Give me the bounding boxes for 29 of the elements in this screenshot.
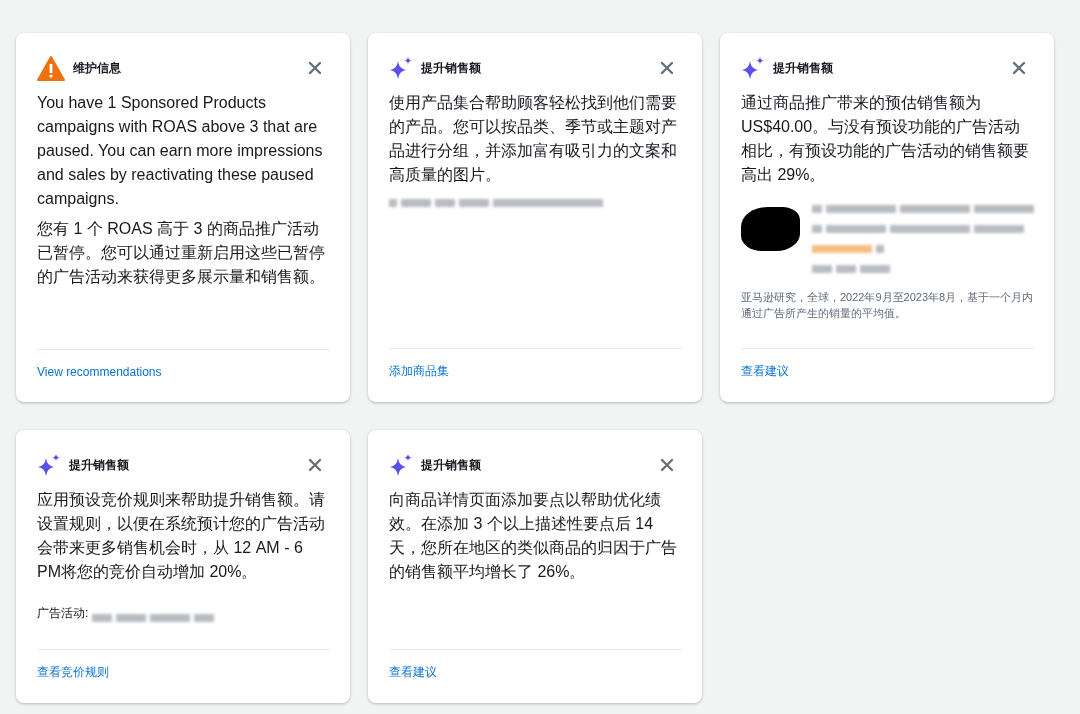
sparkle-icon: [389, 453, 413, 477]
footnote: 亚马逊研究，全球，2022年9月至2023年8月，基于一个月内通过广告所产生的销量的平均值。: [741, 290, 1034, 321]
card-title: 提升销售额: [421, 59, 482, 77]
close-icon[interactable]: [660, 61, 674, 75]
sparkle-icon: [37, 453, 61, 477]
card-title: 提升销售额: [421, 456, 482, 474]
card-title: 提升销售额: [69, 456, 130, 474]
card-text: 应用预设竞价规则来帮助提升销售额。请设置规则，以便在系统预计您的广告活动会带来更多销售机会时，从 12 AM - 6 PM将您的竞价自动增加 20%。: [37, 490, 326, 582]
card-text: You have 1 Sponsored Products campaigns with ROAS above 3 that are paused. You can earn more impressions and sales by reactivating these paused campaigns.: [37, 93, 324, 209]
card-title: 提升销售额: [773, 59, 834, 77]
card-title: 维护信息: [73, 59, 122, 77]
close-icon[interactable]: [1012, 61, 1026, 75]
card-link[interactable]: 查看竞价规则: [37, 665, 109, 679]
blurred-rating: [812, 243, 884, 255]
card-text: 您有 1 个 ROAS 高于 3 的商品推广活动已暂停。您可以通过重新启用这些已暂停的广告活动来获得更多展示量和销售额。: [37, 219, 326, 287]
campaign-label: 广告活动:: [37, 604, 89, 622]
sparkle-icon: [741, 56, 765, 80]
card-text: 向商品详情页面添加要点以帮助优化绩效。在添加 3 个以上描述性要点后 14 天，您所在地区的类似商品的归因于广告的销售额平均增长了 26%。: [389, 490, 678, 582]
card-text: 使用产品集合帮助顾客轻松找到他们需要的产品。您可以按品类、季节或主题对产品进行分组，并添加富有吸引力的文案和高质量的图片。: [389, 93, 678, 185]
card-link[interactable]: 查看建议: [389, 665, 437, 679]
sparkle-icon: [389, 56, 413, 80]
card-link[interactable]: 查看建议: [741, 364, 789, 378]
card-text: 通过商品推广带来的预估销售额为 US$40.00。与没有预设功能的广告活动相比，有预设功能的广告活动的销售额要高出 29%。: [741, 93, 1030, 185]
card-link[interactable]: View recommendations: [37, 365, 162, 379]
card-link[interactable]: 添加商品集: [389, 364, 449, 378]
close-icon[interactable]: [660, 458, 674, 472]
warning-icon: [37, 55, 65, 81]
close-icon[interactable]: [308, 61, 322, 75]
close-icon[interactable]: [308, 458, 322, 472]
